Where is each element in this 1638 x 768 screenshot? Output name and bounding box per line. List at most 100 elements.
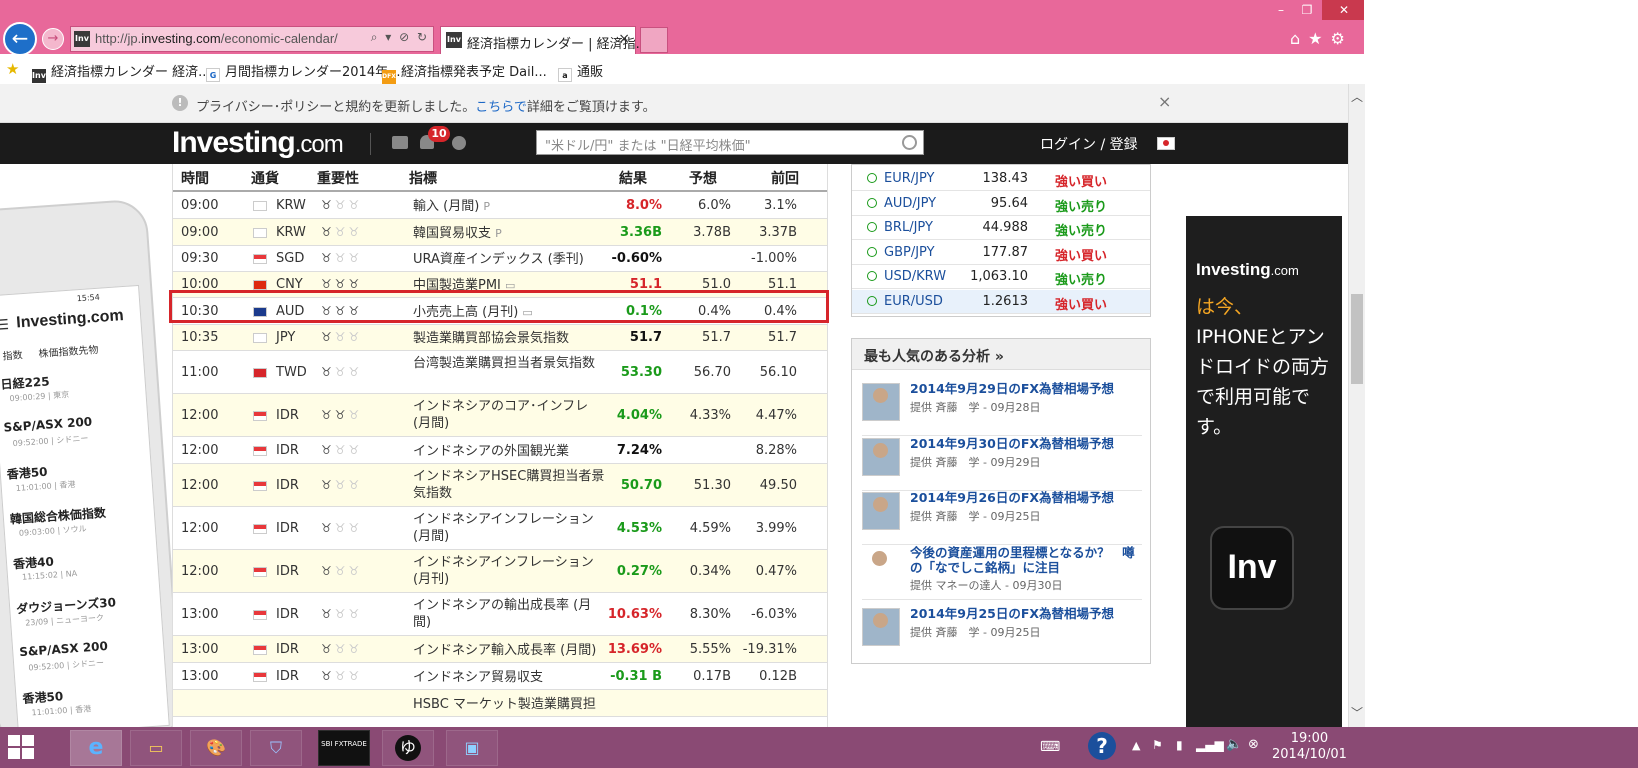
table-row[interactable]: 12:00 IDR ♉♉♉ インドネシアHSEC購買担当者景気指数 50.70 51.30… (173, 464, 827, 507)
article-item[interactable]: 2014年9月30日のFX為替相場予想 提供 斉藤 学 - 09月29日 (862, 434, 1142, 491)
url-text[interactable]: http://jp.investing.com/economic-calenda… (95, 31, 338, 46)
favorite-item[interactable]: DFX 経済指標発表予定 Dail... (382, 61, 547, 84)
action-center-flag-icon[interactable]: ⚑ (1152, 738, 1163, 752)
currency-pair-row[interactable]: BRL/JPY 44.988 強い売り (852, 216, 1150, 240)
yu-app-taskbar-button[interactable]: ゆ (382, 730, 434, 766)
event-indicator[interactable]: インドネシア貿易収支 (413, 669, 608, 686)
address-bar-icons[interactable]: ⌕ ▾ ⊘ ↻ (371, 30, 429, 45)
shield-app-taskbar-button[interactable]: ⛉ (250, 730, 302, 766)
currency-pair-row[interactable]: USD/KRW 1,063.10 強い売り (852, 265, 1150, 289)
article-title[interactable]: 今後の資産運用の里程標となるか？ 噂の「なでしこ銘柄」に注目 (910, 545, 1142, 575)
article-item[interactable]: 2014年9月29日のFX為替相場予想 提供 斉藤 学 - 09月28日 (862, 379, 1142, 436)
notice-close-icon[interactable]: × (1158, 92, 1171, 111)
table-row[interactable]: 12:00 IDR ♉♉♉ インドネシアのコア･インフレ (月間) 4.04% 4.33%… (173, 394, 827, 437)
table-row[interactable]: 13:00 IDR ♉♉♉ インドネシアの輸出成長率 (月間) 10.63% 8.30% -… (173, 593, 827, 636)
event-indicator[interactable]: インドネシアの外国観光業 (413, 443, 608, 460)
article-title[interactable]: 2014年9月30日のFX為替相場予想 (910, 436, 1142, 451)
japan-flag-icon[interactable] (1157, 137, 1175, 150)
add-favorite-star-icon[interactable]: ★ (6, 60, 19, 78)
help-icon[interactable]: ? (1088, 732, 1116, 760)
app-advertisement[interactable]: Investing.com は今、 IPHONEとアンドロイドの両方で利用可能です… (1186, 216, 1342, 727)
investing-logo[interactable]: Investing.com (172, 126, 344, 160)
pair-name[interactable]: GBP/JPY (884, 245, 935, 260)
volume-icon[interactable]: 🔈 (1226, 737, 1242, 752)
table-row[interactable]: 09:30 SGD ♉♉♉ URA資産インデックス (季刊) -0.60% -1.00% (173, 246, 827, 272)
speech-bubble-icon[interactable]: ▭ (522, 306, 532, 319)
table-row[interactable]: 13:00 IDR ♉♉♉ インドネシア輸入成長率 (月間) 13.69% 5.55% -1… (173, 636, 827, 663)
table-row[interactable]: 12:00 IDR ♉♉♉ インドネシアインフレーション (月刊) 0.27% 0.34%… (173, 550, 827, 593)
keyboard-icon[interactable]: ⌨ (1040, 739, 1060, 755)
address-bar[interactable]: Inv http://jp.investing.com/economic-cal… (70, 26, 434, 52)
table-row[interactable]: 12:00 IDR ♉♉♉ インドネシアインフレーション (月間) 4.53% 4.59%… (173, 507, 827, 550)
back-button[interactable]: ← (3, 22, 37, 56)
blocked-icon[interactable]: ⊗ (1248, 737, 1259, 752)
article-item[interactable]: 2014年9月25日のFX為替相場予想 提供 斉藤 学 - 09月25日 (862, 604, 1142, 660)
event-indicator[interactable]: URA資産インデックス (季刊) (413, 251, 608, 268)
windows-start-button[interactable] (8, 735, 36, 761)
speech-bubble-icon[interactable]: ▭ (505, 279, 515, 292)
app-icon[interactable]: Inv (1210, 526, 1294, 610)
pair-name[interactable]: EUR/JPY (884, 171, 934, 186)
briefcase-icon[interactable] (392, 136, 408, 149)
table-row[interactable]: 09:00 KRW ♉♉♉ 輸入 (月間) P 8.0% 6.0% 3.1% (173, 192, 827, 219)
article-title[interactable]: 2014年9月29日のFX為替相場予想 (910, 381, 1142, 396)
paint-taskbar-button[interactable]: 🎨 (190, 730, 242, 766)
table-row[interactable]: HSBC マーケット製造業購買担 (173, 690, 827, 717)
event-indicator[interactable]: 台湾製造業購買担当者景気指数 (413, 355, 608, 372)
favorite-item[interactable]: Inv 経済指標カレンダー 経済... (32, 61, 211, 83)
forward-button[interactable]: → (42, 28, 64, 50)
event-indicator[interactable]: 輸入 (月間) P (413, 198, 608, 215)
network-signal-icon[interactable]: ▂▄▆ (1196, 738, 1224, 752)
search-input[interactable]: "米ドル/円" または "日経平均株価" (536, 130, 924, 155)
currency-pair-row[interactable]: GBP/JPY 177.87 強い買い (852, 241, 1150, 265)
new-tab-button[interactable] (640, 27, 668, 53)
table-row[interactable]: 10:30 AUD ♉♉♉ 小売売上高 (月刊) ▭ 0.1% 0.4% 0.4% (173, 298, 827, 325)
event-indicator[interactable]: 製造業購買部協会景気指数 (413, 330, 608, 347)
table-row[interactable]: 10:00 CNY ♉♉♉ 中国製造業PMI ▭ 51.1 51.0 51.1 (173, 272, 827, 298)
show-hidden-icons-icon[interactable]: ▲ (1132, 739, 1140, 752)
browser-tab-active[interactable]: Inv 経済指標カレンダー | 経済指... × (440, 26, 648, 54)
favorite-item[interactable]: G 月間指標カレンダー2014年... (206, 61, 400, 82)
pair-name[interactable]: USD/KRW (884, 269, 946, 284)
article-item[interactable]: 今後の資産運用の里程標となるか？ 噂の「なでしこ銘柄」に注目 提供 マネーの達人 … (862, 543, 1142, 600)
close-window-button[interactable]: ✕ (1322, 0, 1366, 20)
internet-explorer-taskbar-button[interactable]: e (70, 730, 122, 766)
article-title[interactable]: 2014年9月26日のFX為替相場予想 (910, 490, 1142, 505)
login-register-link[interactable]: ログイン / 登録 (1040, 134, 1138, 154)
event-indicator[interactable]: インドネシアインフレーション (月間) (413, 511, 608, 545)
notice-link[interactable]: こちらで (475, 100, 527, 115)
table-row[interactable]: 13:00 IDR ♉♉♉ インドネシア貿易収支 -0.31 B 0.17B 0.12B (173, 663, 827, 690)
search-icon[interactable] (902, 135, 917, 150)
event-indicator[interactable]: インドネシアHSEC購買担当者景気指数 (413, 468, 608, 502)
scroll-up-icon[interactable]: ︿ (1351, 88, 1363, 105)
restore-button[interactable]: ❐ (1294, 0, 1320, 20)
table-row[interactable]: 09:00 KRW ♉♉♉ 韓国貿易収支 P 3.36B 3.78B 3.37B (173, 219, 827, 246)
globe-icon[interactable] (452, 136, 466, 150)
table-row[interactable]: 12:00 IDR ♉♉♉ インドネシアの外国観光業 7.24% 8.28% (173, 437, 827, 464)
pair-name[interactable]: BRL/JPY (884, 220, 933, 235)
pair-name[interactable]: EUR/USD (884, 294, 943, 309)
table-row[interactable]: 11:00 TWD ♉♉♉ 台湾製造業購買担当者景気指数 53.30 56.70 56.10 (173, 351, 827, 394)
battery-icon[interactable]: ▮ (1176, 738, 1183, 752)
popular-analysis-title[interactable]: 最も人気のある分析 » (852, 339, 1150, 370)
pair-name[interactable]: AUD/JPY (884, 196, 936, 211)
event-indicator[interactable]: 韓国貿易収支 P (413, 225, 608, 242)
tab-close-icon[interactable]: × (618, 31, 630, 47)
sbi-fxtrade-taskbar-button[interactable]: SBI FXTRADE (318, 730, 370, 766)
vertical-scrollbar[interactable]: ︿ ﹀ (1348, 84, 1365, 727)
currency-pair-row[interactable]: AUD/JPY 95.64 強い売り (852, 192, 1150, 216)
currency-pair-row[interactable]: EUR/USD 1.2613 強い買い (852, 289, 1150, 314)
event-indicator[interactable]: インドネシア輸入成長率 (月間) (413, 642, 608, 659)
system-clock[interactable]: 19:00 2014/10/01 (1272, 731, 1347, 763)
event-indicator[interactable]: HSBC マーケット製造業購買担 (413, 696, 608, 713)
article-title[interactable]: 2014年9月25日のFX為替相場予想 (910, 606, 1142, 621)
event-indicator[interactable]: 小売売上高 (月刊) ▭ (413, 304, 608, 321)
scroll-thumb[interactable] (1351, 294, 1363, 384)
event-indicator[interactable]: インドネシアの輸出成長率 (月間) (413, 597, 608, 631)
favorite-item[interactable]: a 通販 (558, 61, 603, 82)
table-row[interactable]: 10:35 JPY ♉♉♉ 製造業購買部協会景気指数 51.7 51.7 51.7 (173, 325, 827, 351)
event-indicator[interactable]: インドネシアインフレーション (月刊) (413, 554, 608, 588)
scroll-down-icon[interactable]: ﹀ (1351, 704, 1363, 721)
currency-pair-row[interactable]: EUR/JPY 138.43 強い買い (852, 167, 1150, 191)
file-explorer-taskbar-button[interactable]: ▭ (130, 730, 182, 766)
